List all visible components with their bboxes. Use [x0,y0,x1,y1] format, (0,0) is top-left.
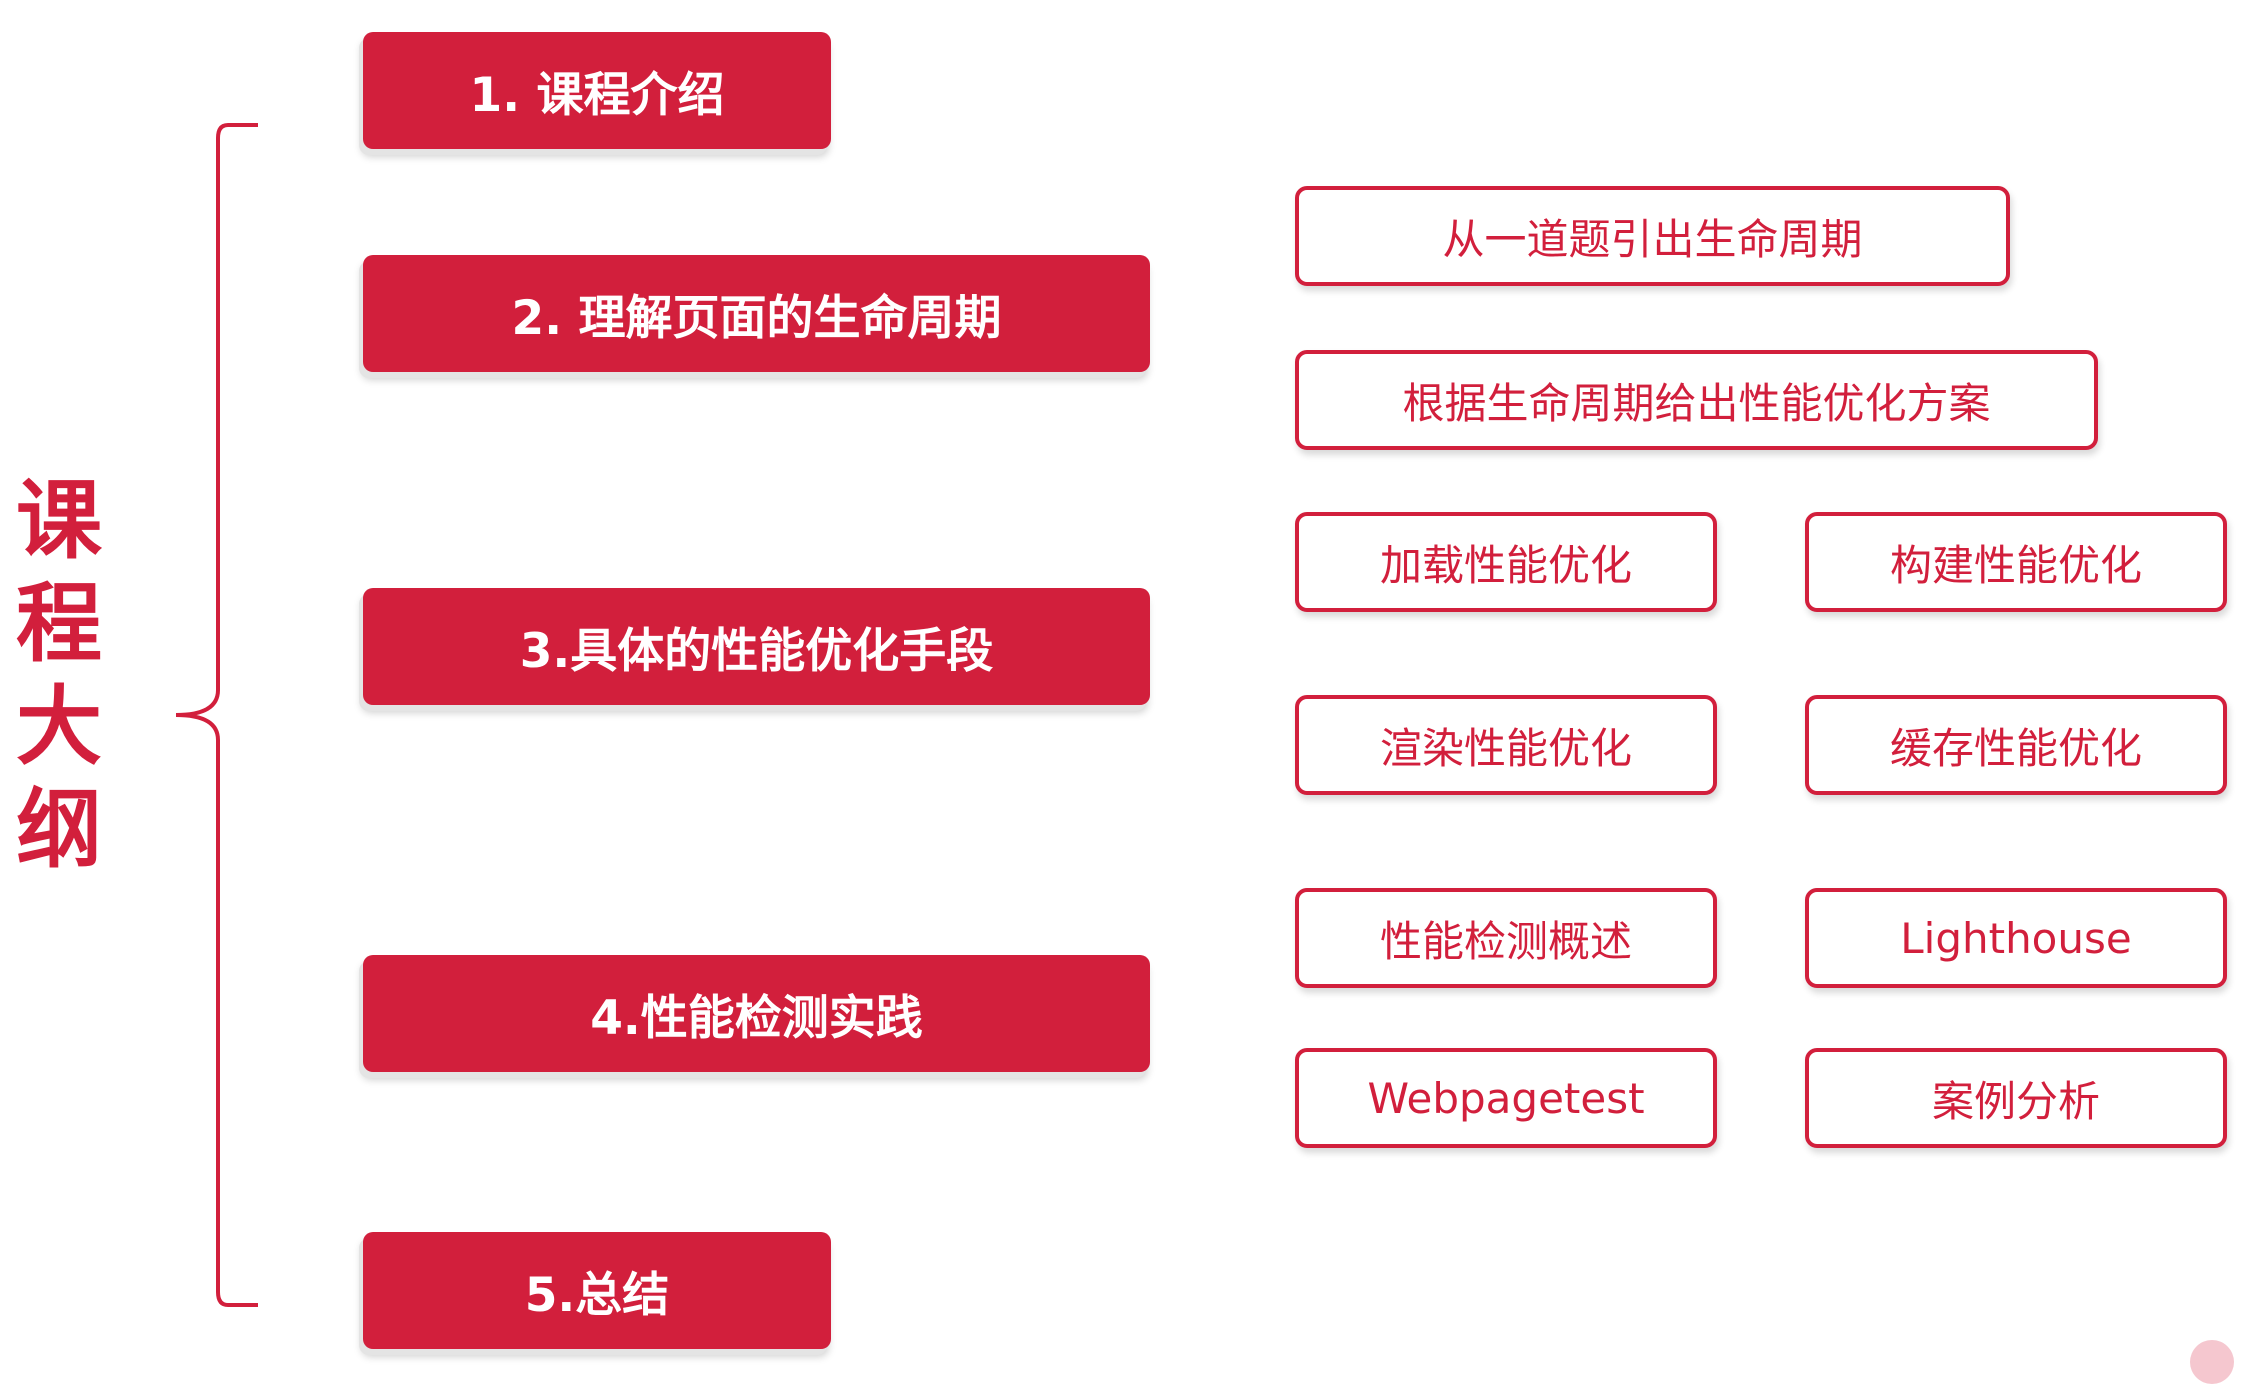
section-1-box: 1. 课程介绍 [363,32,831,149]
subtopic-label: 根据生命周期给出性能优化方案 [1402,378,1991,428]
section-4-box: 4.性能检测实践 [363,955,1150,1072]
curly-bracket [175,123,258,1307]
subtopic-lifecycle-plan: 根据生命周期给出性能优化方案 [1295,350,2098,450]
subtopic-label: 加载性能优化 [1379,540,1632,590]
section-2-label: 2. 理解页面的生命周期 [511,291,1002,346]
section-3-label: 3.具体的性能优化手段 [519,624,994,679]
section-4-label: 4.性能检测实践 [590,991,923,1046]
subtopic-render-optimization: 渲染性能优化 [1295,695,1717,795]
subtopic-cache-optimization: 缓存性能优化 [1805,695,2227,795]
section-5-box: 5.总结 [363,1232,831,1349]
subtopic-lifecycle-question: 从一道题引出生命周期 [1295,186,2010,286]
subtopic-label: 从一道题引出生命周期 [1442,214,1863,264]
subtopic-label: 缓存性能优化 [1889,723,2142,773]
subtopic-webpagetest: Webpagetest [1295,1048,1717,1148]
subtopic-label: 构建性能优化 [1889,540,2142,590]
subtopic-label: Lighthouse [1900,913,2132,963]
section-1-label: 1. 课程介绍 [469,68,725,123]
corner-decoration [2190,1340,2234,1384]
subtopic-case-study: 案例分析 [1805,1048,2227,1148]
curly-bracket-path [175,123,258,1307]
subtopic-label: 案例分析 [1931,1076,2100,1126]
subtopic-lighthouse: Lighthouse [1805,888,2227,988]
subtopic-label: 性能检测概述 [1379,916,1632,966]
subtopic-label: Webpagetest [1367,1073,1645,1123]
section-5-label: 5.总结 [524,1268,670,1323]
subtopic-build-optimization: 构建性能优化 [1805,512,2227,612]
section-3-box: 3.具体的性能优化手段 [363,588,1150,705]
subtopic-loading-optimization: 加载性能优化 [1295,512,1717,612]
subtopic-label: 渲染性能优化 [1379,723,1632,773]
section-2-box: 2. 理解页面的生命周期 [363,255,1150,372]
subtopic-testing-overview: 性能检测概述 [1295,888,1717,988]
